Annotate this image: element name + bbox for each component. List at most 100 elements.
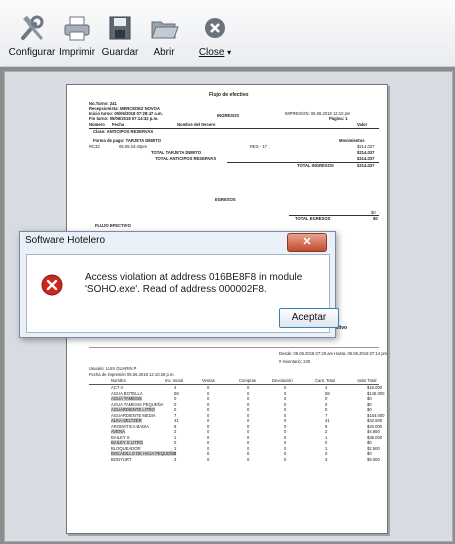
- total-tarjeta-value: $214.037: [357, 150, 375, 155]
- rc-ref: RES - 17: [250, 144, 267, 149]
- inventory-cell: 0: [247, 451, 250, 456]
- inventory-cell: 0: [284, 440, 287, 445]
- col-fecha: Fecha: [112, 122, 125, 127]
- inventory-cell: $20.000: [367, 423, 383, 429]
- inventory-cell: 0: [284, 456, 287, 462]
- inventory-cell: 0: [247, 396, 250, 401]
- total-ingresos-value: $214.037: [357, 163, 375, 168]
- inventory-cell: 0: [207, 385, 210, 390]
- rc-value: $214.037: [357, 144, 375, 149]
- inventory-cell: 7: [325, 412, 328, 418]
- abrir-button[interactable]: Abrir: [135, 6, 193, 64]
- inventory-cell: 0: [174, 401, 177, 407]
- ingresos-heading: INGRESOS: [217, 113, 240, 118]
- abrir-label: Abrir: [153, 47, 175, 58]
- inventory-cell: 0: [325, 407, 328, 412]
- inventory-cell: 7: [174, 412, 177, 418]
- inventory-cell: $145.000: [367, 390, 385, 396]
- inventory-cell: 0: [174, 407, 177, 412]
- inventory-cell: $0: [367, 401, 372, 407]
- fecha-impresion: Fecha de impresión 05.06.2018 12:10:26 p…: [89, 372, 175, 377]
- inventory-cell: 0: [247, 434, 250, 440]
- tools-icon: [21, 15, 44, 40]
- inventory-cell: 1: [174, 434, 177, 440]
- rc-number: RC33: [89, 144, 100, 149]
- dialog-body: Access violation at address 016BE8F8 in …: [26, 254, 339, 333]
- inventory-cell: 0: [325, 440, 328, 445]
- save-icon: [109, 16, 131, 40]
- inventory-item-name: AROMATICA BADIA: [111, 423, 150, 429]
- inventory-cell: 41: [174, 418, 179, 423]
- close-button[interactable]: Close ▾: [186, 6, 244, 64]
- inventory-cell: 0: [325, 451, 328, 456]
- inventory-cell: 0: [247, 418, 250, 423]
- inventory-cell: 0: [174, 396, 177, 401]
- printer-icon: [64, 16, 90, 41]
- inventory-cell: 0: [284, 445, 287, 451]
- inventory-cell: $0: [367, 440, 372, 445]
- inv-header-valor: Valor Total: [357, 378, 377, 383]
- inventory-cell: 0: [207, 445, 210, 451]
- dialog-close-button[interactable]: ✕: [287, 233, 327, 252]
- inventory-cell: $4.650: [367, 429, 380, 434]
- inv-header-cantidad: Cant. Total: [315, 378, 335, 383]
- inventory-item-name: AGUARDIENTE MEDIA: [111, 412, 156, 418]
- inv-header-devolucion: Devolución: [272, 378, 293, 383]
- inventory-cell: 0: [207, 418, 210, 423]
- toolbar: Configurar Imprimir Guardar Abrir Close …: [0, 0, 455, 67]
- usuario: Usuario: LUIS GUARIN P: [89, 366, 137, 371]
- inventory-cell: 0: [207, 401, 210, 407]
- total-anticipos-value: $214.037: [357, 156, 375, 161]
- error-dialog: Software Hotelero ✕ Access violation at …: [19, 231, 339, 338]
- inventory-cell: $0: [367, 451, 372, 456]
- inventory-cell: 0: [247, 456, 250, 462]
- inventory-cell: 0: [207, 440, 210, 445]
- inventory-item-name: AGUA BOTELLA: [111, 390, 143, 396]
- inventory-cell: 0: [207, 451, 210, 456]
- inventory-cell: 58: [325, 390, 330, 396]
- inventory-cell: 2: [174, 429, 177, 434]
- inventory-cell: 0: [284, 451, 287, 456]
- section-rule: [89, 347, 379, 348]
- inventory-item-name: AVENA: [111, 429, 125, 434]
- inventory-cell: 0: [284, 390, 287, 396]
- col-numero: Número: [89, 122, 105, 127]
- inventory-cell: 0: [247, 445, 250, 451]
- report-title: Flujo de efectivo: [209, 92, 249, 98]
- inventory-cell: 0: [284, 429, 287, 434]
- inventory-item-name: ACT II: [111, 385, 123, 390]
- inventory-cell: 0: [284, 434, 287, 440]
- inventory-cell: 0: [247, 412, 250, 418]
- dialog-title: Software Hotelero: [25, 235, 106, 246]
- inventory-cell: $36.000: [367, 434, 383, 440]
- inventory-row: BONYURT 3 0 0 0 3 $9.000: [89, 456, 380, 463]
- close-label: Close ▾: [198, 47, 232, 58]
- inventory-cell: 0: [174, 440, 177, 445]
- inventory-cell: 0: [247, 401, 250, 407]
- inventory-item-name: AGUARDIENTE LITRO: [111, 407, 155, 412]
- inventory-cell: $32.800: [367, 418, 383, 423]
- inventory-cell: 0: [325, 401, 328, 407]
- inventory-cell: 2: [325, 429, 328, 434]
- inventory-item-name: BAILEY S LITRO: [111, 440, 144, 445]
- aceptar-button[interactable]: Aceptar: [279, 308, 339, 328]
- inventory-cell: 0: [284, 401, 287, 407]
- inventory-cell: $0: [367, 407, 372, 412]
- inventory-cell: 0: [284, 396, 287, 401]
- inventory-cell: 0: [247, 429, 250, 434]
- inventory-cell: $2.500: [367, 445, 380, 451]
- inventory-cell: 0: [174, 451, 177, 456]
- inventory-cell: 0: [284, 412, 287, 418]
- forma-pago: Forma de pago: TARJETA DEBITO: [93, 138, 162, 143]
- error-icon: [41, 274, 63, 296]
- inv-header-nombre: Nombre: [111, 378, 126, 383]
- inventory-item-name: BAILEY S: [111, 434, 130, 440]
- fin-turno: Fin turno: 05/06/2018 07:14:32 p.m.: [89, 116, 159, 121]
- inventory-cell: $9.000: [367, 456, 380, 462]
- total-tarjeta: TOTAL TARJETA DEBITO: [151, 150, 202, 155]
- inv-header-inicial: Inv. Inicial: [165, 378, 184, 383]
- inventory-cell: 4: [325, 385, 328, 390]
- total-ingresos: TOTAL INGRESOS: [297, 163, 334, 168]
- rc-date: 05.06.04:43pm: [119, 144, 147, 149]
- inventory-cell: 1: [325, 445, 328, 451]
